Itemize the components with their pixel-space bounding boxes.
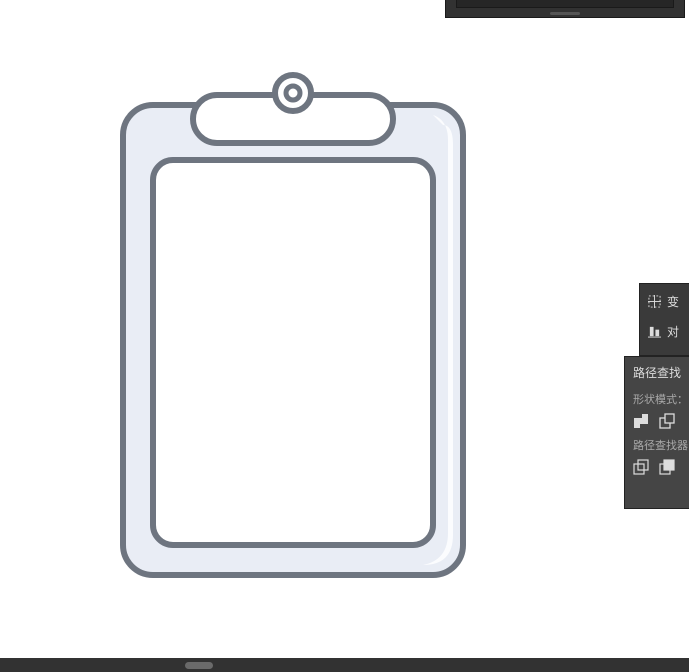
status-scroll-thumb[interactable] (185, 662, 213, 669)
align-icon (648, 325, 661, 338)
minus-front-icon[interactable] (659, 413, 675, 429)
panel-tab-align[interactable]: 对 (640, 314, 689, 344)
panel-title: 路径查找 (631, 362, 689, 387)
unite-icon[interactable] (633, 413, 649, 429)
clipboard-illustration (113, 65, 473, 585)
panel-tab-label: 对 (667, 323, 679, 340)
shape-modes-label: 形状模式： (631, 387, 689, 411)
panel-tab-label: 变 (667, 293, 679, 310)
panel-tab-transform[interactable]: 变 (640, 284, 689, 314)
pathfinder-panel: 路径查找 形状模式： 路径查找器 (624, 356, 689, 509)
transform-icon (648, 295, 661, 308)
artboard (0, 0, 585, 650)
trim-icon[interactable] (659, 459, 675, 475)
pathfinder-ops-label: 路径查找器 (631, 433, 689, 457)
status-bar (0, 658, 689, 672)
transform-align-panel: 变 对 (639, 283, 689, 356)
divide-icon[interactable] (633, 459, 649, 475)
